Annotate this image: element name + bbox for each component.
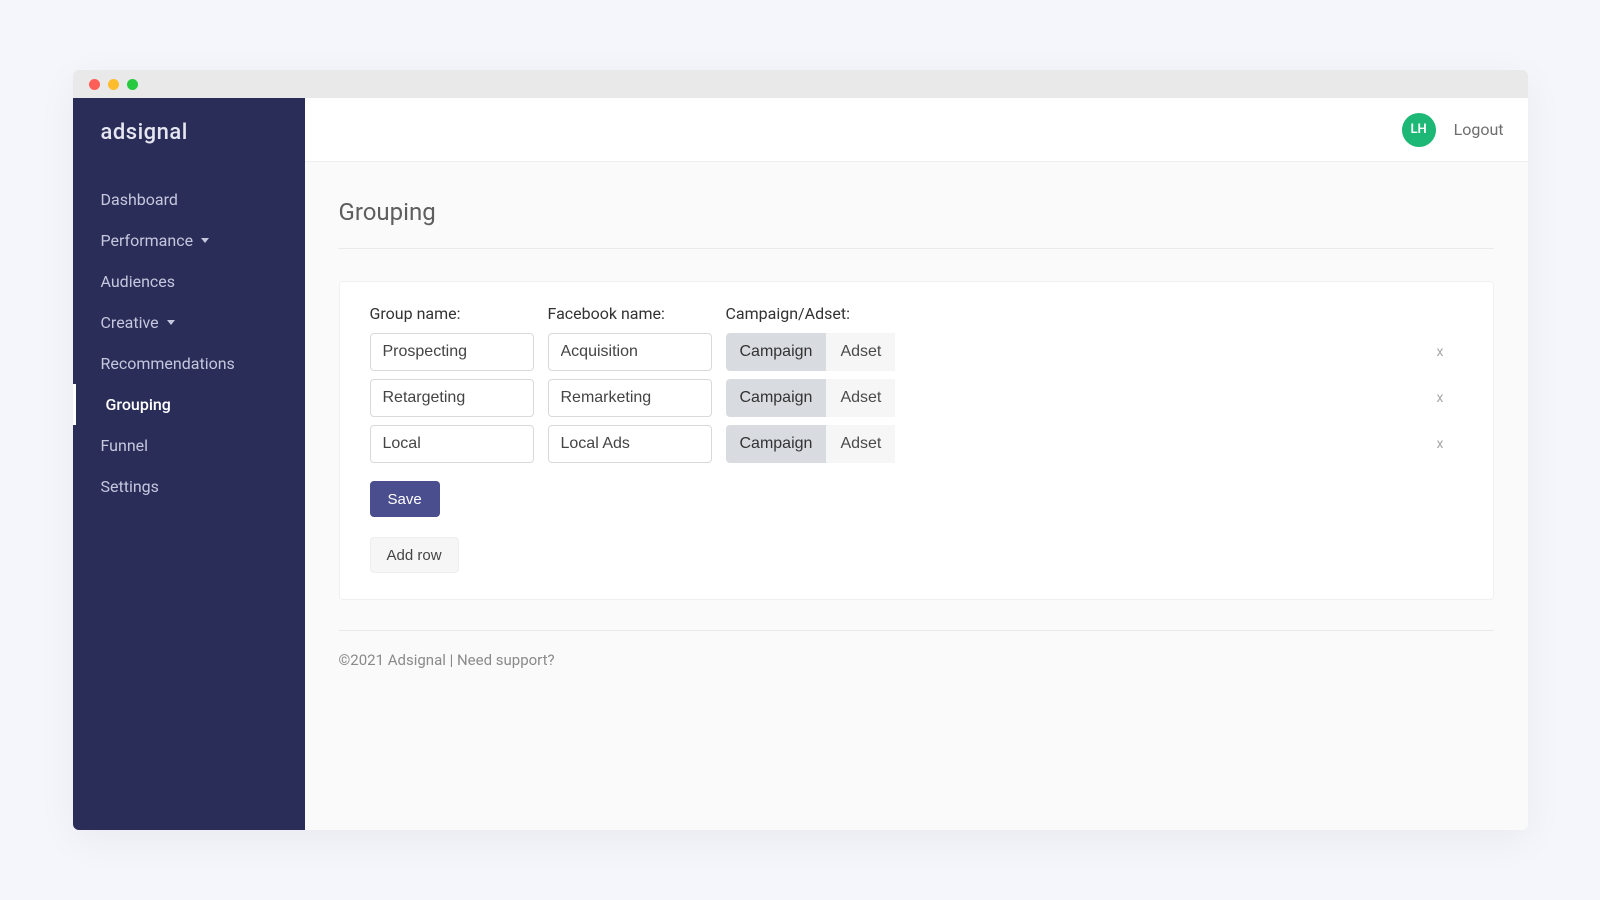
sidebar-nav: Dashboard Performance Audiences Creative Rec… (73, 179, 305, 507)
sidebar-item-label: Performance (101, 231, 194, 250)
campaign-adset-toggle: CampaignAdset (726, 425, 1419, 463)
chevron-down-icon (201, 238, 209, 243)
sidebar-item-label: Creative (101, 313, 159, 332)
chevron-down-icon (167, 320, 175, 325)
facebook-name-input[interactable] (548, 333, 712, 371)
save-button[interactable]: Save (370, 481, 440, 517)
toggle-campaign-button[interactable]: Campaign (726, 425, 827, 463)
facebook-name-input[interactable] (548, 425, 712, 463)
remove-row-button[interactable]: x (1433, 390, 1463, 406)
column-header-group-name: Group name: (370, 304, 534, 325)
footer-support-link[interactable]: Need support? (457, 651, 555, 669)
footer-copyright: ©2021 Adsignal | (339, 651, 457, 669)
browser-window: adsignal Dashboard Performance Audiences Cr… (73, 70, 1528, 830)
campaign-adset-toggle: CampaignAdset (726, 333, 1419, 371)
toggle-adset-button[interactable]: Adset (826, 425, 895, 463)
sidebar-item-recommendations[interactable]: Recommendations (73, 343, 305, 384)
group-name-input[interactable] (370, 379, 534, 417)
toggle-adset-button[interactable]: Adset (826, 333, 895, 371)
brand-logo: adsignal (73, 120, 305, 179)
avatar[interactable]: LH (1402, 113, 1436, 147)
sidebar-item-label: Recommendations (101, 354, 235, 373)
facebook-name-input[interactable] (548, 379, 712, 417)
window-minimize-icon[interactable] (108, 79, 119, 90)
group-name-input[interactable] (370, 333, 534, 371)
grouping-grid: Group name: Facebook name: Campaign/Adse… (370, 304, 1463, 517)
remove-row-button[interactable]: x (1433, 436, 1463, 452)
toggle-campaign-button[interactable]: Campaign (726, 333, 827, 371)
sidebar: adsignal Dashboard Performance Audiences Cr… (73, 98, 305, 830)
group-name-input[interactable] (370, 425, 534, 463)
window-chrome (73, 70, 1528, 98)
window-close-icon[interactable] (89, 79, 100, 90)
topbar: LH Logout (305, 98, 1528, 162)
toggle-adset-button[interactable]: Adset (826, 379, 895, 417)
add-row-button[interactable]: Add row (370, 537, 459, 573)
sidebar-item-label: Audiences (101, 272, 176, 291)
sidebar-item-label: Settings (101, 477, 159, 496)
toggle-campaign-button[interactable]: Campaign (726, 379, 827, 417)
actions-row: Save (370, 481, 1463, 517)
sidebar-item-settings[interactable]: Settings (73, 466, 305, 507)
grouping-card: Group name: Facebook name: Campaign/Adse… (339, 281, 1494, 600)
sidebar-item-performance[interactable]: Performance (73, 220, 305, 261)
sidebar-item-creative[interactable]: Creative (73, 302, 305, 343)
footer: ©2021 Adsignal | Need support? (339, 630, 1494, 669)
logout-link[interactable]: Logout (1454, 120, 1504, 139)
sidebar-item-label: Dashboard (101, 190, 178, 209)
page-title: Grouping (339, 198, 1494, 249)
sidebar-item-audiences[interactable]: Audiences (73, 261, 305, 302)
column-header-facebook-name: Facebook name: (548, 304, 712, 325)
sidebar-item-funnel[interactable]: Funnel (73, 425, 305, 466)
main-area: LH Logout Grouping Group name: Facebook … (305, 98, 1528, 830)
content: Grouping Group name: Facebook name: Camp… (305, 162, 1528, 830)
app-frame: adsignal Dashboard Performance Audiences Cr… (73, 98, 1528, 830)
sidebar-item-label: Funnel (101, 436, 149, 455)
column-header-campaign-adset: Campaign/Adset: (726, 304, 1419, 325)
sidebar-item-dashboard[interactable]: Dashboard (73, 179, 305, 220)
sidebar-item-grouping[interactable]: Grouping (73, 384, 305, 425)
window-maximize-icon[interactable] (127, 79, 138, 90)
campaign-adset-toggle: CampaignAdset (726, 379, 1419, 417)
remove-row-button[interactable]: x (1433, 344, 1463, 360)
sidebar-item-label: Grouping (106, 395, 171, 414)
